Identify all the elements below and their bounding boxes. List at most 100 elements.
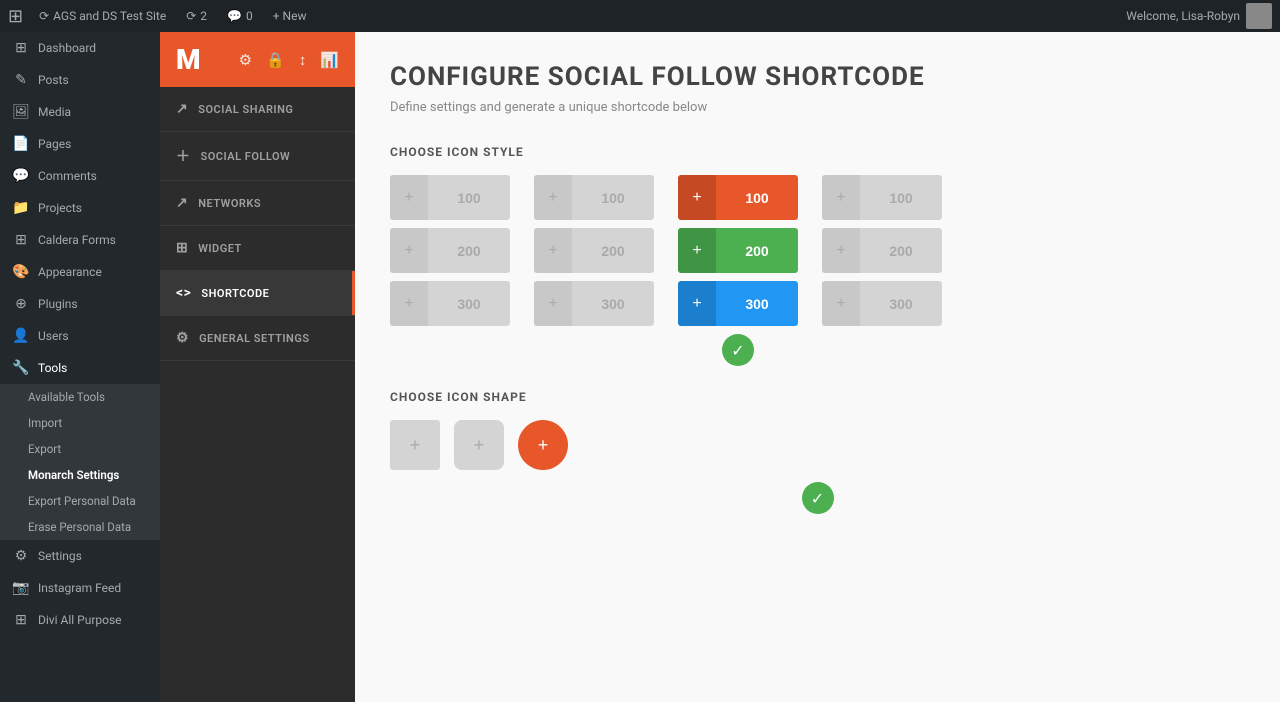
shape-btn-circle[interactable]: + <box>518 420 568 470</box>
sidebar-item-users[interactable]: 👤 Users <box>0 320 160 352</box>
icon-style-col-1: + 100 + 200 + 300 <box>390 175 510 366</box>
sidebar-item-caldera-forms[interactable]: ⊞ Caldera Forms <box>0 224 160 256</box>
plus-icon: + <box>534 228 572 273</box>
count-label: 200 <box>428 243 510 259</box>
shape-btn-rounded[interactable]: + <box>454 420 504 470</box>
users-icon: 👤 <box>12 328 30 344</box>
settings-icon: ⚙ <box>12 548 30 564</box>
tools-icon: 🔧 <box>12 360 30 376</box>
plus-icon: + <box>390 175 428 220</box>
icon-style-btn-col1-100[interactable]: + 100 <box>390 175 510 220</box>
plus-icon: + <box>822 228 860 273</box>
icon-style-btn-col4-200[interactable]: + 200 <box>822 228 942 273</box>
sidebar-item-tools[interactable]: 🔧 Tools <box>0 352 160 384</box>
projects-icon: 📁 <box>12 200 30 216</box>
plugin-header-icons: ⚙ 🔒 ↕ 📊 <box>239 51 339 69</box>
sidebar-item-export-personal[interactable]: Export Personal Data <box>0 488 160 514</box>
icon-style-btn-col4-300[interactable]: + 300 <box>822 281 942 326</box>
wp-sidebar: ⊞ Dashboard ✎ Posts 🖼 Media 📄 Pages 💬 Co… <box>0 32 160 702</box>
lock-header-icon[interactable]: 🔒 <box>266 51 285 69</box>
count-label: 200 <box>716 243 798 259</box>
sidebar-item-export[interactable]: Export <box>0 436 160 462</box>
count-label: 200 <box>572 243 654 259</box>
plugin-nav-social-follow[interactable]: ＋ Social Follow <box>160 132 355 181</box>
comments-icon: 💬 <box>227 9 242 23</box>
icon-style-col-3-selected: + 100 + 200 + 300 ✓ <box>678 175 798 366</box>
caldera-icon: ⊞ <box>12 232 30 248</box>
plus-icon: + <box>678 175 716 220</box>
plugins-icon: ⊕ <box>12 296 30 312</box>
shape-btn-square[interactable]: + <box>390 420 440 470</box>
admin-bar-comments[interactable]: 💬 0 <box>219 9 261 23</box>
sidebar-item-plugins[interactable]: ⊕ Plugins <box>0 288 160 320</box>
icon-style-heading: Choose Icon Style <box>390 145 1245 159</box>
sidebar-item-comments[interactable]: 💬 Comments <box>0 160 160 192</box>
sidebar-item-media[interactable]: 🖼 Media <box>0 96 160 128</box>
count-label: 300 <box>716 296 798 312</box>
sidebar-item-projects[interactable]: 📁 Projects <box>0 192 160 224</box>
icon-style-btn-col2-200[interactable]: + 200 <box>534 228 654 273</box>
posts-icon: ✎ <box>12 72 30 88</box>
icon-style-btn-col1-300[interactable]: + 300 <box>390 281 510 326</box>
general-settings-icon: ⚙ <box>176 330 189 346</box>
count-label: 200 <box>860 243 942 259</box>
count-label: 100 <box>572 190 654 206</box>
sidebar-item-settings[interactable]: ⚙ Settings <box>0 540 160 572</box>
sidebar-item-divi[interactable]: ⊞ Divi All Purpose <box>0 604 160 636</box>
plugin-nav-shortcode[interactable]: <> Shortcode <box>160 271 355 316</box>
plugin-nav-networks[interactable]: ↗ Networks <box>160 181 355 226</box>
icon-shape-checkmark: ✓ <box>390 482 1245 514</box>
site-icon: ⟳ <box>39 9 49 23</box>
sidebar-item-posts[interactable]: ✎ Posts <box>0 64 160 96</box>
plugin-nav-social-sharing[interactable]: ↗ Social Sharing <box>160 87 355 132</box>
plugin-nav-general-settings[interactable]: ⚙ General Settings <box>160 316 355 361</box>
networks-icon: ↗ <box>176 195 188 211</box>
checkmark-icon: ✓ <box>722 334 754 366</box>
settings-header-icon[interactable]: ⚙ <box>239 51 252 69</box>
sidebar-item-available-tools[interactable]: Available Tools <box>0 384 160 410</box>
icon-style-btn-col2-100[interactable]: + 100 <box>534 175 654 220</box>
count-label: 100 <box>428 190 510 206</box>
plugin-sidebar: M ⚙ 🔒 ↕ 📊 ↗ Social Sharing ＋ Social Foll… <box>160 32 355 702</box>
admin-bar-site[interactable]: ⟳ AGS and DS Test Site <box>31 9 174 23</box>
admin-bar: ⊞ ⟳ AGS and DS Test Site ⟳ 2 💬 0 + New W… <box>0 0 1280 32</box>
icon-style-btn-col1-200[interactable]: + 200 <box>390 228 510 273</box>
plus-icon: + <box>534 175 572 220</box>
appearance-icon: 🎨 <box>12 264 30 280</box>
count-label: 300 <box>860 296 942 312</box>
social-sharing-icon: ↗ <box>176 101 188 117</box>
count-label: 100 <box>860 190 942 206</box>
icon-style-btn-col2-300[interactable]: + 300 <box>534 281 654 326</box>
updates-icon: ⟳ <box>186 9 196 23</box>
icon-style-btn-col3-200[interactable]: + 200 <box>678 228 798 273</box>
sidebar-item-monarch-settings[interactable]: Monarch Settings <box>0 462 160 488</box>
icon-style-btn-col3-300[interactable]: + 300 <box>678 281 798 326</box>
sidebar-item-erase-personal[interactable]: Erase Personal Data <box>0 514 160 540</box>
sidebar-item-appearance[interactable]: 🎨 Appearance <box>0 256 160 288</box>
icon-shape-row: + + + <box>390 420 1245 470</box>
plus-icon: + <box>678 281 716 326</box>
share-header-icon[interactable]: ↕ <box>299 51 307 69</box>
count-label: 300 <box>428 296 510 312</box>
admin-bar-new[interactable]: + New <box>265 9 315 23</box>
social-follow-icon: ＋ <box>176 146 191 166</box>
plugin-nav-widget[interactable]: ⊞ Widget <box>160 226 355 271</box>
page-title: Configure Social Follow Shortcode <box>390 62 1245 92</box>
divi-icon: ⊞ <box>12 612 30 628</box>
plus-icon: + <box>822 281 860 326</box>
sidebar-item-instagram-feed[interactable]: 📷 Instagram Feed <box>0 572 160 604</box>
icon-style-grid: + 100 + 200 + 300 + 10 <box>390 175 1245 366</box>
icon-style-btn-col3-100[interactable]: + 100 <box>678 175 798 220</box>
admin-bar-updates[interactable]: ⟳ 2 <box>178 9 215 23</box>
sidebar-item-dashboard[interactable]: ⊞ Dashboard <box>0 32 160 64</box>
icon-style-btn-col4-100[interactable]: + 100 <box>822 175 942 220</box>
widget-icon: ⊞ <box>176 240 188 256</box>
icon-style-col-2: + 100 + 200 + 300 <box>534 175 654 366</box>
comments-nav-icon: 💬 <box>12 168 30 184</box>
stats-header-icon[interactable]: 📊 <box>320 51 339 69</box>
sidebar-item-import[interactable]: Import <box>0 410 160 436</box>
wp-logo-icon: ⊞ <box>8 6 23 27</box>
monarch-logo: M <box>176 43 201 76</box>
sidebar-item-pages[interactable]: 📄 Pages <box>0 128 160 160</box>
checkmark-icon: ✓ <box>802 482 834 514</box>
